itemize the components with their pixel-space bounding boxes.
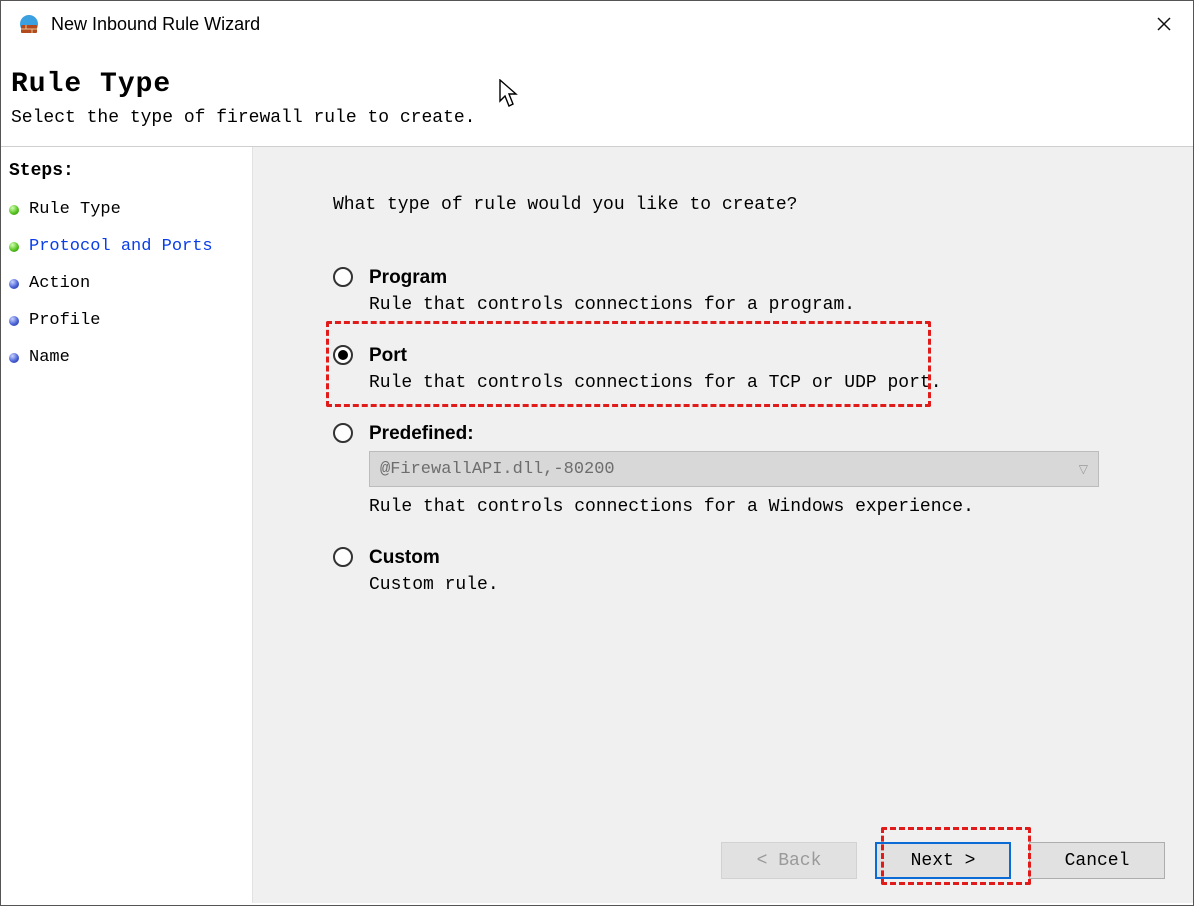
option-desc: Rule that controls connections for a TCP…: [369, 373, 1153, 393]
close-button[interactable]: [1141, 1, 1187, 47]
option-predefined: Predefined: @FirewallAPI.dll,-80200 ▽ Ru…: [333, 417, 1153, 535]
page-title: Rule Type: [11, 69, 1183, 100]
rule-type-options: Program Rule that controls connections f…: [333, 261, 1153, 613]
steps-sidebar: Steps: Rule Type Protocol and Ports Acti…: [1, 147, 253, 903]
titlebar: New Inbound Rule Wizard: [1, 1, 1193, 47]
radio-custom[interactable]: [333, 547, 353, 567]
option-desc: Rule that controls connections for a Win…: [369, 497, 1153, 517]
option-title: Program: [369, 267, 1153, 289]
step-profile[interactable]: Profile: [9, 302, 244, 339]
step-label: Protocol and Ports: [29, 237, 213, 256]
page-subtitle: Select the type of firewall rule to crea…: [11, 108, 1183, 128]
cancel-label: Cancel: [1065, 851, 1130, 871]
option-desc: Custom rule.: [369, 575, 1153, 595]
step-label: Name: [29, 348, 70, 367]
predefined-combo[interactable]: @FirewallAPI.dll,-80200 ▽: [369, 451, 1099, 487]
step-label: Action: [29, 274, 90, 293]
back-label: < Back: [757, 851, 822, 871]
step-rule-type[interactable]: Rule Type: [9, 191, 244, 228]
combo-value: @FirewallAPI.dll,-80200: [380, 460, 1079, 479]
back-button: < Back: [721, 842, 857, 879]
radio-port[interactable]: [333, 345, 353, 365]
header: Rule Type Select the type of firewall ru…: [1, 47, 1193, 146]
step-label: Rule Type: [29, 200, 121, 219]
step-protocol-and-ports[interactable]: Protocol and Ports: [9, 228, 244, 265]
next-label: Next >: [911, 851, 976, 871]
body: Steps: Rule Type Protocol and Ports Acti…: [1, 147, 1193, 903]
radio-program[interactable]: [333, 267, 353, 287]
chevron-down-icon: ▽: [1079, 462, 1088, 476]
wizard-window: New Inbound Rule Wizard Rule Type Select…: [0, 0, 1194, 906]
bullet-icon: [9, 279, 19, 289]
step-label: Profile: [29, 311, 100, 330]
option-custom: Custom Custom rule.: [333, 541, 1153, 613]
option-program: Program Rule that controls connections f…: [333, 261, 1153, 333]
step-action[interactable]: Action: [9, 265, 244, 302]
bullet-icon: [9, 353, 19, 363]
bullet-icon: [9, 242, 19, 252]
steps-heading: Steps:: [9, 161, 244, 181]
cancel-button[interactable]: Cancel: [1029, 842, 1165, 879]
option-title: Port: [369, 345, 1153, 367]
option-title: Custom: [369, 547, 1153, 569]
window-title: New Inbound Rule Wizard: [51, 14, 260, 35]
radio-predefined[interactable]: [333, 423, 353, 443]
bullet-icon: [9, 316, 19, 326]
step-name[interactable]: Name: [9, 339, 244, 376]
option-title: Predefined:: [369, 423, 1153, 445]
main-panel: What type of rule would you like to crea…: [253, 147, 1193, 903]
next-button[interactable]: Next >: [875, 842, 1011, 879]
prompt-text: What type of rule would you like to crea…: [333, 195, 1153, 215]
option-port: Port Rule that controls connections for …: [333, 339, 1153, 411]
firewall-app-icon: [19, 14, 39, 34]
option-desc: Rule that controls connections for a pro…: [369, 295, 1153, 315]
wizard-footer: < Back Next > Cancel: [721, 842, 1165, 879]
bullet-icon: [9, 205, 19, 215]
